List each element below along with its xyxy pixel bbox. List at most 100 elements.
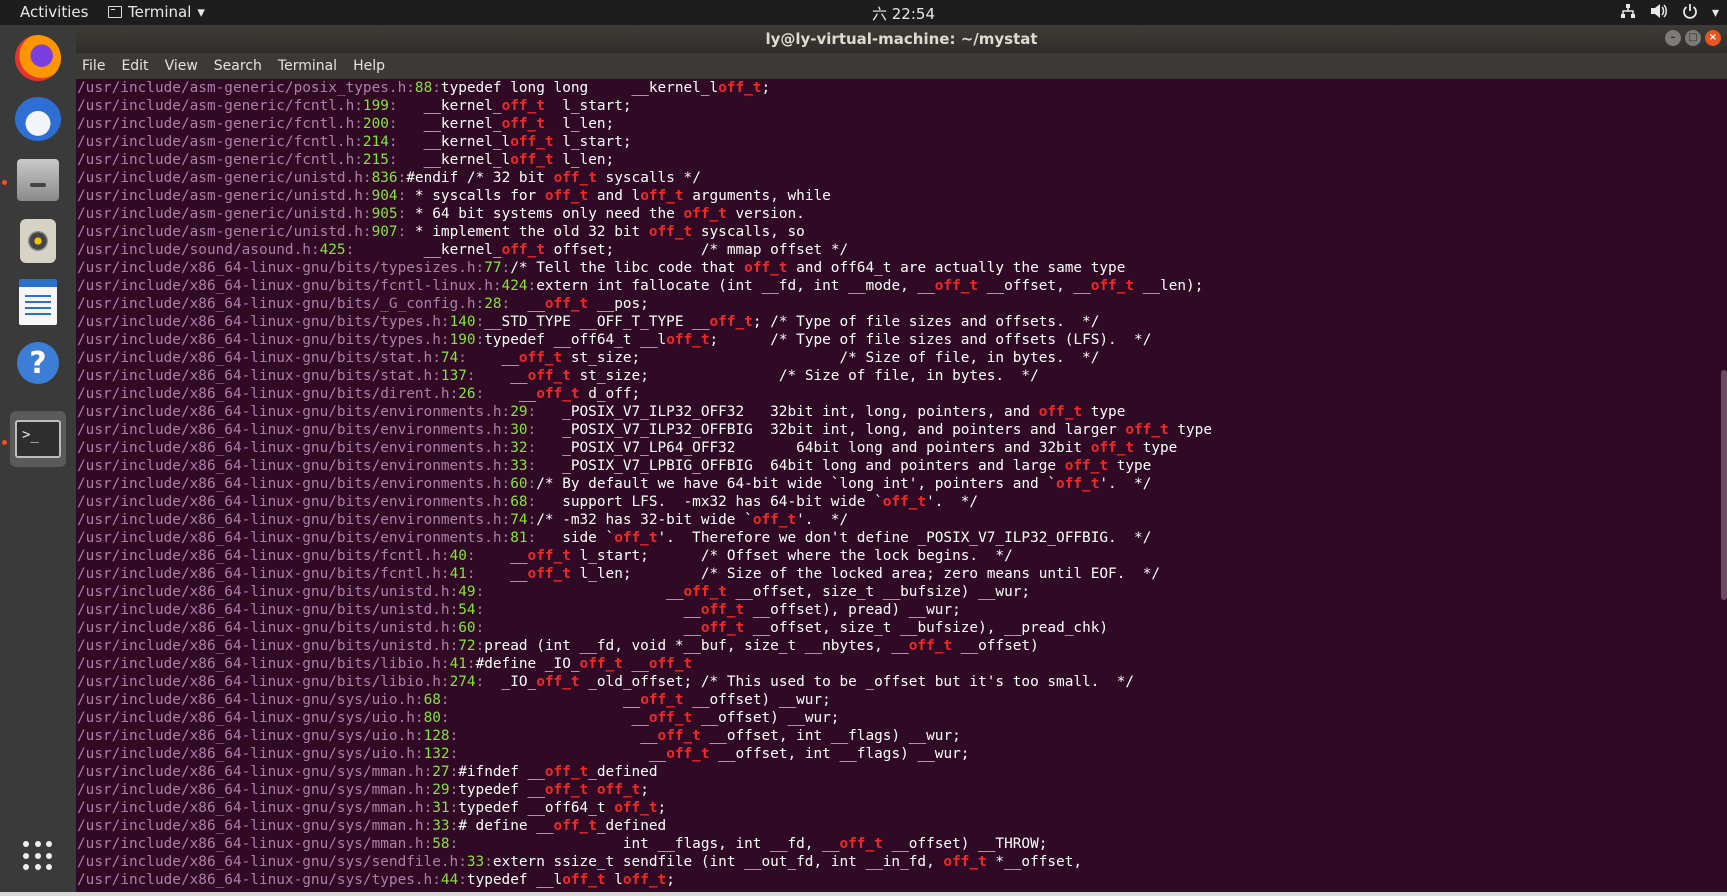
file-path: /usr/include/asm-generic/fcntl.h (77, 134, 355, 150)
menu-edit[interactable]: Edit (121, 58, 148, 74)
file-path: /usr/include/x86_64-linux-gnu/bits/unist… (77, 602, 450, 618)
menu-terminal[interactable]: Terminal (278, 58, 337, 74)
line-number: 77 (484, 260, 502, 276)
code-text: _IO_off_t _old_offset; /* This used to b… (484, 674, 1135, 690)
line-number: 132 (423, 746, 450, 762)
file-path: /usr/include/x86_64-linux-gnu/bits/stat.… (77, 368, 433, 384)
code-text: __kernel_off_t l_len; (397, 116, 615, 132)
help-icon: ? (17, 342, 59, 384)
volume-icon[interactable] (1650, 3, 1668, 23)
file-path: /usr/include/x86_64-linux-gnu/bits/diren… (77, 386, 450, 402)
file-path: /usr/include/x86_64-linux-gnu/bits/libio… (77, 656, 441, 672)
file-path: /usr/include/x86_64-linux-gnu/bits/fcntl… (77, 566, 441, 582)
terminal-line: /usr/include/asm-generic/unistd.h:904: *… (77, 188, 831, 204)
match-highlight: off_t (744, 260, 788, 276)
window-controls: – □ × (1665, 30, 1721, 46)
terminal-line: /usr/include/x86_64-linux-gnu/bits/stat.… (77, 350, 1100, 366)
line-number: 81 (510, 530, 528, 546)
dock-item-terminal[interactable]: >_ (10, 411, 66, 467)
terminal-line: /usr/include/x86_64-linux-gnu/bits/unist… (77, 584, 1031, 600)
match-highlight: off_t (943, 854, 987, 870)
code-text: /* -m32 has 32-bit wide `off_t'. */ (536, 512, 849, 528)
file-path: /usr/include/x86_64-linux-gnu/sys/uio.h (77, 746, 415, 762)
line-number: 904 (371, 188, 398, 204)
terminal-line: /usr/include/x86_64-linux-gnu/bits/fcntl… (77, 548, 1013, 564)
file-path: /usr/include/x86_64-linux-gnu/sys/mman.h (77, 818, 424, 834)
match-highlight: off_t (536, 674, 580, 690)
grid-icon (23, 841, 53, 871)
file-path: /usr/include/x86_64-linux-gnu/bits/fcntl… (77, 278, 493, 294)
line-number: 137 (440, 368, 467, 384)
line-number: 190 (449, 332, 476, 348)
code-text: __kernel_loff_t l_start; (397, 134, 632, 150)
menu-file[interactable]: File (82, 58, 105, 74)
file-path: /usr/include/x86_64-linux-gnu/bits/envir… (77, 494, 502, 510)
file-path: /usr/include/x86_64-linux-gnu/bits/libio… (77, 674, 441, 690)
chevron-down-icon[interactable]: ▾ (1712, 5, 1719, 21)
window-titlebar[interactable]: ly@ly-virtual-machine: ~/mystat – □ × (76, 25, 1727, 53)
line-number: 27 (432, 764, 450, 780)
maximize-button[interactable]: □ (1685, 30, 1701, 46)
line-number: 30 (510, 422, 528, 438)
dock-item-rhythmbox[interactable] (10, 213, 66, 269)
terminal-line: /usr/include/asm-generic/unistd.h:907: *… (77, 224, 805, 240)
terminal-line: /usr/include/x86_64-linux-gnu/bits/envir… (77, 494, 979, 510)
menu-help[interactable]: Help (353, 58, 385, 74)
terminal-line: /usr/include/x86_64-linux-gnu/sys/mman.h… (77, 764, 658, 780)
activities-button[interactable]: Activities (20, 3, 88, 21)
terminal-line: /usr/include/x86_64-linux-gnu/sys/uio.h:… (77, 728, 961, 744)
dock-item-thunderbird[interactable] (10, 91, 66, 147)
match-highlight: off_t (622, 872, 667, 888)
bottom-strip (0, 892, 1727, 896)
file-path: /usr/include/asm-generic/unistd.h (77, 170, 363, 186)
dock-item-firefox[interactable] (10, 30, 66, 86)
minimize-button[interactable]: – (1665, 30, 1681, 46)
code-text: __off_t l_start; /* Offset where the loc… (475, 548, 1013, 564)
file-path: /usr/include/x86_64-linux-gnu/bits/types… (77, 332, 441, 348)
line-number: 140 (449, 314, 476, 330)
power-icon[interactable] (1682, 3, 1698, 23)
file-path: /usr/include/x86_64-linux-gnu/sys/mman.h (77, 836, 424, 852)
file-path: /usr/include/x86_64-linux-gnu/bits/unist… (77, 620, 450, 636)
match-highlight: off_t (640, 692, 684, 708)
match-highlight: off_t (527, 566, 571, 582)
line-number: 60 (510, 476, 528, 492)
line-number: 40 (449, 548, 467, 564)
terminal-window: ly@ly-virtual-machine: ~/mystat – □ × Fi… (76, 25, 1727, 896)
match-highlight: off_t (614, 530, 658, 546)
line-number: 68 (423, 692, 441, 708)
file-path: /usr/include/x86_64-linux-gnu/sys/uio.h (77, 710, 415, 726)
scrollbar-thumb[interactable] (1721, 370, 1727, 600)
network-icon[interactable] (1620, 3, 1636, 23)
dock-item-help[interactable]: ? (10, 335, 66, 391)
terminal-output[interactable]: /usr/include/asm-generic/posix_types.h:8… (76, 79, 1727, 896)
close-button[interactable]: × (1705, 30, 1721, 46)
line-number: 88 (414, 80, 433, 96)
match-highlight: off_t (648, 656, 693, 672)
show-applications-button[interactable] (10, 828, 66, 884)
line-number: 80 (423, 710, 441, 726)
file-path: /usr/include/x86_64-linux-gnu/bits/_G_co… (77, 296, 476, 312)
system-tray[interactable]: ▾ (1620, 3, 1719, 23)
code-text: typedef __off64_t off_t; (458, 800, 667, 816)
match-highlight: off_t (527, 548, 571, 564)
line-number: 274 (449, 674, 476, 690)
match-highlight: off_t (596, 782, 641, 798)
terminal-line: /usr/include/x86_64-linux-gnu/bits/envir… (77, 512, 849, 528)
line-number: 49 (458, 584, 476, 600)
menu-bar: File Edit View Search Terminal Help (76, 53, 1727, 79)
code-text: __off_t __offset, size_t __bufsize), __p… (484, 620, 1109, 636)
line-number: 836 (371, 170, 398, 186)
dock-item-writer[interactable] (10, 274, 66, 330)
line-number: 128 (423, 728, 450, 744)
dock-item-files[interactable] (10, 152, 66, 208)
files-icon (17, 159, 59, 201)
menu-search[interactable]: Search (214, 58, 262, 74)
file-path: /usr/include/asm-generic/unistd.h (77, 206, 363, 222)
code-text: /* Tell the libc code that off_t and off… (510, 260, 1126, 276)
app-menu[interactable]: Terminal ▾ (108, 3, 205, 21)
menu-view[interactable]: View (165, 58, 198, 74)
terminal-line: /usr/include/x86_64-linux-gnu/sys/mman.h… (77, 782, 649, 798)
clock[interactable]: 六 22:54 (872, 3, 935, 24)
terminal-line: /usr/include/x86_64-linux-gnu/bits/types… (77, 332, 1152, 348)
